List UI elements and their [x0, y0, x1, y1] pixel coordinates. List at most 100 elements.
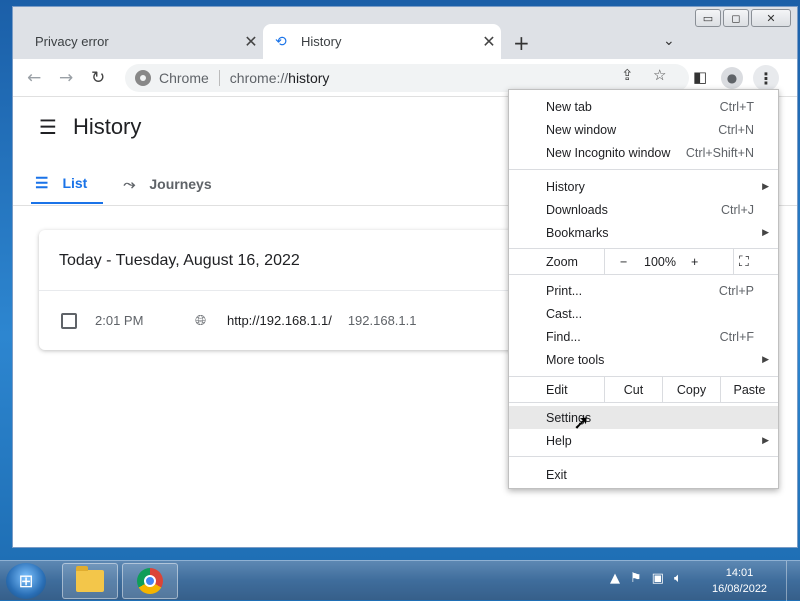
new-tab-button[interactable]: +	[513, 31, 530, 55]
list-icon: ☰	[35, 175, 49, 192]
fullscreen-icon[interactable]: ⛶	[739, 253, 749, 270]
bookmark-star-icon[interactable]: ☆	[653, 66, 666, 84]
tray-expand-icon[interactable]: ▲	[610, 571, 620, 586]
address-bar[interactable]: Chrome chrome://history	[125, 64, 689, 92]
chevron-down-icon[interactable]: ⌄	[663, 33, 675, 49]
mouse-pointer-icon: ➚	[573, 410, 590, 434]
chrome-menu-button[interactable]: ⋮	[753, 65, 779, 91]
history-tabs: ☰ List ⤳ Journeys	[31, 164, 228, 204]
menu-label: History	[546, 179, 585, 194]
submenu-arrow-icon: ▶	[762, 181, 769, 191]
menu-item-exit[interactable]: Exit	[509, 463, 778, 486]
paste-button[interactable]: Paste	[720, 377, 778, 402]
zoom-value: 100%	[644, 254, 676, 269]
menu-item-history[interactable]: History ▶	[509, 175, 778, 198]
entry-time: 2:01 PM	[95, 313, 144, 328]
menu-label: Bookmarks	[546, 225, 609, 240]
entry-checkbox[interactable]	[61, 312, 77, 329]
system-tray: ▲ ⚑ ▣ 🔈︎	[610, 571, 682, 586]
tab-strip: ▭ ◻ ✕ Privacy error ✕ ⟲ History ✕ + ⌄	[13, 7, 797, 59]
divider	[509, 456, 778, 457]
journeys-icon: ⤳	[123, 175, 136, 193]
forward-icon[interactable]: →	[59, 68, 73, 88]
network-icon[interactable]: ▣	[652, 571, 664, 586]
action-center-icon[interactable]: ⚑	[630, 571, 642, 586]
menu-item-print[interactable]: Print... Ctrl+P	[509, 279, 778, 302]
menu-item-new-incognito[interactable]: New Incognito window Ctrl+Shift+N	[509, 141, 778, 164]
profile-avatar[interactable]: ●	[721, 67, 743, 89]
reload-icon[interactable]: ↻	[91, 68, 105, 88]
submenu-arrow-icon: ▶	[762, 435, 769, 445]
chrome-logo-icon	[137, 568, 163, 594]
close-icon[interactable]: ✕	[477, 32, 501, 52]
taskbar: ⊞ ▲ ⚑ ▣ 🔈︎ 14:01 16/08/2022	[0, 560, 800, 601]
menu-item-new-window[interactable]: New window Ctrl+N	[509, 118, 778, 141]
entry-domain: 192.168.1.1	[347, 313, 417, 328]
menu-label: Print...	[546, 283, 583, 298]
side-panel-icon[interactable]: ◧	[693, 68, 707, 86]
menu-label: New window	[546, 122, 617, 137]
clock-date: 16/08/2022	[712, 583, 768, 595]
menu-label: Find...	[546, 329, 581, 344]
start-button[interactable]: ⊞	[6, 563, 46, 599]
history-icon: ⟲	[275, 33, 287, 49]
chrome-logo-icon	[135, 70, 151, 86]
tab-title: History	[301, 34, 342, 49]
menu-label: Help	[546, 433, 572, 448]
close-icon[interactable]: ✕	[239, 32, 263, 52]
volume-icon[interactable]: 🔈︎	[674, 571, 682, 586]
window-controls: ▭ ◻ ✕	[695, 9, 791, 27]
menu-item-help[interactable]: Help ▶	[509, 429, 778, 452]
divider	[218, 70, 220, 86]
taskbar-chrome-button[interactable]	[122, 563, 178, 599]
menu-label: Cast...	[546, 306, 583, 321]
page-header: ☰ History	[39, 114, 141, 140]
menu-item-downloads[interactable]: Downloads Ctrl+J	[509, 198, 778, 221]
url-text: chrome://history	[230, 70, 330, 86]
divider	[509, 169, 778, 170]
share-icon[interactable]: ⇪	[621, 66, 634, 84]
site-name: Chrome	[159, 70, 209, 86]
maximize-button[interactable]: ◻	[723, 9, 749, 27]
card-date-heading: Today - Tuesday, August 16, 2022	[59, 252, 300, 269]
show-desktop-button[interactable]	[786, 561, 800, 601]
zoom-out-button[interactable]: −	[620, 255, 627, 269]
copy-button[interactable]: Copy	[662, 377, 720, 402]
menu-shortcut: Ctrl+P	[718, 283, 754, 298]
menu-shortcut: Ctrl+Shift+N	[685, 145, 754, 160]
menu-item-more-tools[interactable]: More tools ▶	[509, 348, 778, 371]
menu-shortcut: Ctrl+N	[718, 122, 754, 137]
page-title: History	[72, 114, 142, 139]
menu-edit-row: Edit Cut Copy Paste	[509, 377, 778, 402]
menu-item-cast[interactable]: Cast...	[509, 302, 778, 325]
close-window-button[interactable]: ✕	[751, 9, 791, 27]
divider	[509, 402, 778, 403]
tab-label: Journeys	[149, 176, 212, 192]
url-prefix: chrome://	[229, 70, 289, 86]
back-icon[interactable]: ←	[27, 68, 41, 88]
tab-label: List	[62, 175, 88, 191]
menu-label: New tab	[546, 99, 592, 114]
taskbar-explorer-button[interactable]	[62, 563, 118, 599]
taskbar-clock[interactable]: 14:01 16/08/2022	[712, 565, 767, 597]
history-entry[interactable]: 2:01 PM 🌐︎ http://192.168.1.1/ 192.168.1…	[61, 312, 417, 329]
menu-item-bookmarks[interactable]: Bookmarks ▶	[509, 221, 778, 244]
tab-history[interactable]: ⟲ History ✕	[263, 24, 501, 59]
menu-label: Downloads	[546, 202, 608, 217]
minimize-button[interactable]: ▭	[695, 9, 721, 27]
url-path: history	[288, 70, 330, 86]
tab-privacy-error[interactable]: Privacy error ✕	[23, 24, 263, 59]
cut-button[interactable]: Cut	[604, 377, 662, 402]
hamburger-menu-icon[interactable]: ☰	[39, 115, 57, 139]
folder-icon	[76, 566, 104, 592]
menu-item-new-tab[interactable]: New tab Ctrl+T	[509, 95, 778, 118]
menu-shortcut: Ctrl+F	[719, 329, 754, 344]
menu-item-settings[interactable]: Settings	[509, 406, 778, 429]
entry-title-link[interactable]: http://192.168.1.1/	[227, 313, 332, 328]
zoom-in-button[interactable]: +	[691, 255, 698, 269]
menu-item-find[interactable]: Find... Ctrl+F	[509, 325, 778, 348]
tab-journeys[interactable]: ⤳ Journeys	[119, 164, 227, 204]
menu-label: Exit	[546, 467, 567, 482]
submenu-arrow-icon: ▶	[762, 354, 769, 364]
tab-list[interactable]: ☰ List	[31, 164, 104, 204]
